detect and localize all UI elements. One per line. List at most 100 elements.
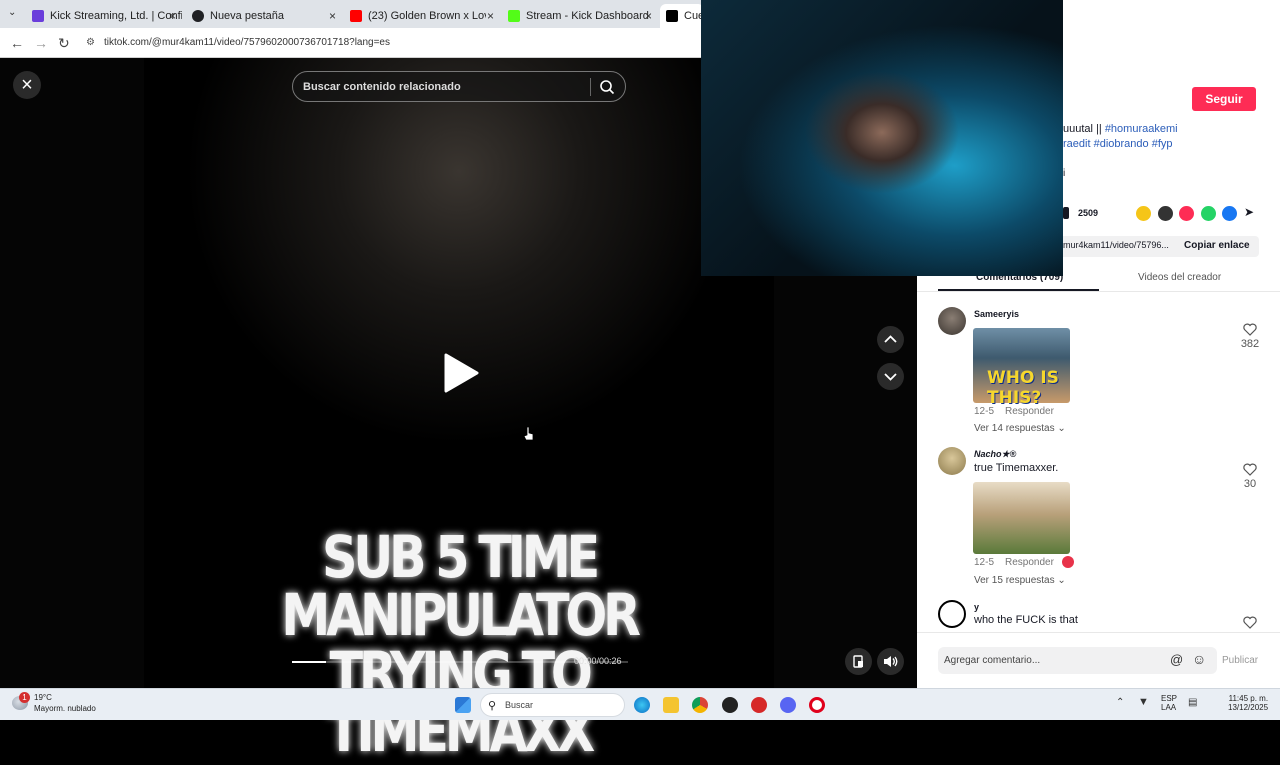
heart-icon[interactable]	[1243, 323, 1257, 336]
related-search-input[interactable]	[303, 72, 583, 101]
site-info-icon[interactable]: ⚙	[86, 33, 95, 53]
comment-author[interactable]: y	[974, 602, 979, 612]
description-more[interactable]: i	[1063, 168, 1065, 179]
related-search-box	[292, 71, 626, 102]
discord-icon[interactable]	[780, 697, 796, 713]
send-to-friends-icon[interactable]	[1179, 206, 1194, 221]
emoji-icon[interactable]: ☺	[1192, 651, 1206, 667]
heart-icon[interactable]	[1243, 616, 1257, 629]
video-link-url: mur4kam11/video/75796...	[1063, 240, 1169, 250]
previous-video-button[interactable]	[877, 326, 904, 353]
tiktok-app-icon[interactable]	[722, 697, 738, 713]
chrome-favicon-icon	[192, 10, 204, 22]
usb-icon[interactable]: ▼	[1138, 696, 1149, 708]
share-count: 2509	[1078, 208, 1099, 218]
recording-app-icon[interactable]	[751, 697, 767, 713]
facebook-icon[interactable]	[1222, 206, 1237, 221]
picture-in-picture-button[interactable]	[845, 648, 872, 675]
opera-icon[interactable]	[809, 697, 825, 713]
comment-input-box: @ ☺	[938, 647, 1217, 674]
comment-image[interactable]	[973, 482, 1070, 554]
chevron-up-icon	[884, 335, 897, 343]
reply-button[interactable]: Responder	[1005, 557, 1054, 568]
embed-icon[interactable]	[1158, 206, 1173, 221]
browser-tab[interactable]: Nueva pestaña ×	[186, 4, 342, 28]
tiktok-favicon-icon	[666, 10, 678, 22]
mention-icon[interactable]: @	[1170, 652, 1183, 667]
forward-icon[interactable]: →	[34, 35, 48, 51]
comment-date: 12-5	[974, 557, 995, 568]
video-caption-overlay: SUB 5 TIME MANIPULATOR TRYING TO TIMEMAX…	[281, 523, 641, 765]
share-arrow-icon[interactable]: ➤	[1244, 205, 1254, 219]
taskbar: 1 19°C Mayorm. nublado ⚲ Buscar ⌃ ▼ ESP …	[0, 688, 1280, 720]
notification-badge: 1	[19, 692, 30, 703]
taskbar-search[interactable]: ⚲ Buscar	[480, 693, 625, 717]
tab-list-icon[interactable]: ⌄	[8, 7, 16, 18]
hashtag-link[interactable]: #diobrando	[1094, 138, 1149, 150]
browser-tab[interactable]: Stream - Kick Dashboard ×	[502, 4, 658, 28]
url-text: tiktok.com/@mur4kam11/video/757960200073…	[104, 37, 390, 48]
next-video-button[interactable]	[877, 363, 904, 390]
comment-author[interactable]: Sameeryis	[974, 309, 1019, 319]
browser-tab[interactable]: (23) Golden Brown x Love Story ×	[344, 4, 500, 28]
search-icon[interactable]	[599, 79, 615, 95]
video-description: uuutal || #homuraakemi raedit #diobrando…	[1063, 123, 1178, 150]
close-tab-icon[interactable]: ×	[169, 9, 176, 23]
comment-date: 12-5	[974, 406, 995, 417]
avatar[interactable]	[938, 447, 966, 475]
comment-input[interactable]	[944, 647, 1164, 674]
browser-tab[interactable]: Kick Streaming, Ltd. | Configura ×	[26, 4, 182, 28]
tab-divider	[917, 291, 1280, 292]
chevron-down-icon: ⌄	[1057, 423, 1066, 434]
pip-icon	[853, 655, 863, 668]
play-icon[interactable]	[442, 352, 480, 394]
browser-tab-active[interactable]: Cuen	[660, 4, 704, 28]
chevron-down-icon: ⌄	[1057, 575, 1066, 586]
copy-link-button[interactable]: Copiar enlace	[1184, 240, 1250, 251]
view-replies-button[interactable]: Ver 14 respuestas ⌄	[974, 423, 1066, 434]
share-icon[interactable]	[1063, 207, 1069, 219]
video-progress-fill	[292, 661, 326, 663]
comment-image[interactable]: WHO IS THIS?	[973, 328, 1070, 408]
close-video-button[interactable]: ×	[13, 71, 41, 99]
hashtag-link[interactable]: raedit	[1063, 138, 1091, 150]
back-icon[interactable]: ←	[10, 35, 24, 51]
network-icon[interactable]: ▤	[1188, 697, 1197, 708]
repost-icon[interactable]	[1136, 206, 1151, 221]
close-tab-icon[interactable]: ×	[329, 9, 336, 23]
reload-icon[interactable]: ↻	[58, 35, 70, 52]
volume-icon	[884, 656, 898, 667]
heart-icon[interactable]	[1243, 463, 1257, 476]
chrome-icon[interactable]	[692, 697, 708, 713]
publish-button[interactable]: Publicar	[1222, 655, 1258, 666]
chevron-down-icon	[884, 373, 897, 381]
input-language[interactable]: ESP LAA	[1161, 694, 1177, 712]
search-divider	[590, 78, 591, 96]
follow-button[interactable]: Seguir	[1192, 87, 1256, 111]
comment-author[interactable]: Nacho★®	[974, 449, 1016, 460]
address-bar[interactable]: ⚙ tiktok.com/@mur4kam11/video/7579602000…	[84, 33, 684, 53]
taskbar-search-label: Buscar	[505, 700, 534, 710]
avatar[interactable]	[938, 600, 966, 628]
clock[interactable]: 11:45 p. m. 13/12/2025	[1228, 694, 1268, 712]
avatar[interactable]	[938, 307, 966, 335]
hand-cursor-icon	[523, 426, 534, 441]
file-explorer-icon[interactable]	[663, 697, 679, 713]
close-tab-icon[interactable]: ×	[487, 9, 494, 23]
close-tab-icon[interactable]: ×	[645, 9, 652, 23]
view-replies-button[interactable]: Ver 15 respuestas ⌄	[974, 575, 1066, 586]
comment-image-text: WHO IS THIS?	[987, 368, 1059, 408]
volume-button[interactable]	[877, 648, 904, 675]
chevron-up-icon[interactable]: ⌃	[1116, 697, 1124, 708]
kick-logo-icon	[508, 10, 520, 22]
edge-icon[interactable]	[634, 697, 650, 713]
whatsapp-icon[interactable]	[1201, 206, 1216, 221]
tab-creator-videos[interactable]: Videos del creador	[1138, 272, 1221, 283]
start-windows-icon[interactable]	[455, 697, 471, 713]
hashtag-link[interactable]: #homuraakemi	[1105, 123, 1178, 135]
reply-button[interactable]: Responder	[1005, 406, 1054, 417]
creator-liked-icon	[1062, 556, 1074, 568]
video-time: 00:00/00:26	[574, 656, 622, 666]
hashtag-link[interactable]: #fyp	[1152, 138, 1173, 150]
youtube-favicon-icon	[350, 10, 362, 22]
